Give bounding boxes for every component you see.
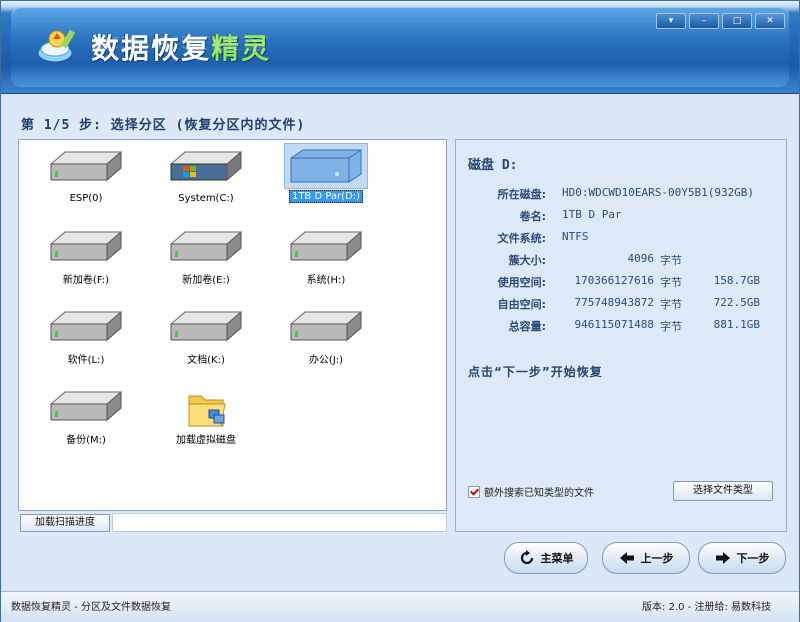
detail-row-used: 使用空间: 170366127616 字节 158.7GB — [456, 274, 786, 290]
partition-item-m[interactable]: 备份(M:) — [31, 386, 141, 446]
load-scan-progress-button[interactable]: 加载扫描进度 — [20, 514, 110, 532]
arrow-left-icon — [619, 552, 634, 564]
folder-virtual-disk-icon — [188, 395, 226, 427]
partition-label: 1TB D Par(D:) — [288, 190, 364, 203]
next-step-hint: 点击“下一步”开始恢复 — [468, 365, 603, 379]
detail-value: HD0:WDCWD10EARS-00Y5B1(932GB) — [562, 186, 755, 199]
partition-label: 备份(M:) — [66, 435, 106, 446]
detail-key: 卷名: — [519, 210, 546, 223]
previous-step-button[interactable]: 上一步 — [602, 542, 690, 574]
status-app-info: 数据恢复精灵 - 分区及文件数据恢复 — [11, 602, 171, 613]
detail-size: 881.1GB — [713, 318, 760, 331]
partition-item-esp[interactable]: ESP(0) — [31, 146, 141, 204]
detail-bytes: 775748943872 — [574, 296, 654, 309]
app-title-reflection: 数据恢复精灵 — [91, 34, 272, 53]
hard-drive-icon — [170, 230, 242, 262]
menu-dropdown-button[interactable]: ▾ — [656, 13, 686, 29]
hard-drive-icon — [50, 390, 122, 422]
arrow-right-icon — [715, 552, 730, 564]
extra-search-label: 额外搜索已知类型的文件 — [484, 488, 594, 499]
partition-details-panel: 磁盘 D: 所在磁盘: HD0:WDCWD10EARS-00Y5B1(932GB… — [455, 139, 787, 532]
select-file-type-button[interactable]: 选择文件类型 — [673, 481, 773, 501]
detail-bytes: 946115071488 — [574, 318, 654, 331]
detail-key: 簇大小: — [508, 254, 546, 267]
hard-drive-icon — [290, 230, 362, 262]
detail-key: 文件系统: — [497, 232, 546, 245]
checkbox-checked-icon[interactable] — [468, 485, 480, 498]
partition-item-f[interactable]: 新加卷(F:) — [31, 226, 141, 286]
close-button[interactable]: ✕ — [755, 13, 785, 29]
detail-value: 1TB D Par — [562, 208, 622, 221]
app-logo-icon — [37, 29, 76, 63]
detail-unit: 字节 — [660, 254, 682, 267]
detail-row-cluster: 簇大小: 4096 字节 — [456, 252, 786, 268]
detail-unit: 字节 — [660, 320, 682, 333]
partition-label: 加载虚拟磁盘 — [176, 435, 236, 446]
partition-list: ESP(0) System(C:) 1TB D Par(D:) 新加卷(F:) … — [18, 139, 447, 511]
main-menu-button[interactable]: 主菜单 — [504, 542, 588, 574]
detail-key: 自由空间: — [497, 298, 546, 311]
partition-label: ESP(0) — [69, 193, 103, 204]
partition-label: 办公(J:) — [308, 355, 344, 366]
partition-item-l[interactable]: 软件(L:) — [31, 306, 141, 366]
detail-key: 使用空间: — [497, 276, 546, 289]
main-menu-label: 主菜单 — [540, 552, 574, 565]
next-step-label: 下一步 — [736, 552, 770, 565]
detail-size: 722.5GB — [713, 296, 760, 309]
detail-bytes: 4096 — [627, 252, 655, 265]
app-header: 数据恢复精灵 数据恢复精灵 ▾ – □ ✕ — [1, 1, 799, 94]
status-bar: 数据恢复精灵 - 分区及文件数据恢复 版本: 2.0 - 注册给: 易数科技 — [1, 591, 799, 622]
hard-drive-icon — [50, 150, 122, 182]
windows-drive-icon — [170, 150, 242, 182]
step-title: 第 1/5 步: 选择分区 (恢复分区内的文件) — [21, 118, 306, 133]
external-drive-icon — [290, 149, 362, 183]
detail-unit: 字节 — [660, 298, 682, 311]
partition-label: 新加卷(F:) — [62, 275, 110, 286]
partition-label: 新加卷(E:) — [182, 275, 230, 286]
window-controls: ▾ – □ ✕ — [656, 13, 785, 29]
partition-item-e[interactable]: 新加卷(E:) — [151, 226, 261, 286]
disk-title: 磁盘 D: — [468, 158, 518, 173]
extra-search-checkbox[interactable]: 额外搜索已知类型的文件 — [468, 484, 594, 499]
status-version-info: 版本: 2.0 - 注册给: 易数科技 — [642, 602, 771, 613]
detail-value: NTFS — [562, 230, 589, 243]
partition-item-k[interactable]: 文档(K:) — [151, 306, 261, 366]
partition-label: 文档(K:) — [187, 355, 225, 366]
partition-item-system-c[interactable]: System(C:) — [151, 146, 261, 204]
hard-drive-icon — [50, 230, 122, 262]
detail-key: 总容量: — [508, 320, 546, 333]
previous-step-label: 上一步 — [640, 552, 674, 565]
app-window: 数据恢复精灵 数据恢复精灵 ▾ – □ ✕ 第 1/5 步: 选择分区 (恢复分… — [0, 0, 800, 622]
detail-row-free: 自由空间: 775748943872 字节 722.5GB — [456, 296, 786, 312]
partition-label: 软件(L:) — [67, 355, 105, 366]
hard-drive-icon — [170, 310, 242, 342]
load-virtual-disk-item[interactable]: 加载虚拟磁盘 — [151, 386, 261, 446]
detail-size: 158.7GB — [713, 274, 760, 287]
partition-item-j[interactable]: 办公(J:) — [271, 306, 381, 366]
scan-progress-field — [112, 513, 447, 532]
partition-item-h[interactable]: 系统(H:) — [271, 226, 381, 286]
partition-item-d-selected[interactable]: 1TB D Par(D:) — [271, 143, 381, 203]
refresh-icon — [520, 550, 533, 565]
detail-unit: 字节 — [660, 276, 682, 289]
minimize-button[interactable]: – — [689, 13, 719, 29]
next-step-button[interactable]: 下一步 — [698, 542, 786, 574]
hard-drive-icon — [290, 310, 362, 342]
maximize-button[interactable]: □ — [722, 13, 752, 29]
detail-key: 所在磁盘: — [497, 188, 546, 201]
partition-label: System(C:) — [178, 193, 234, 204]
partition-label: 系统(H:) — [306, 275, 346, 286]
hard-drive-icon — [50, 310, 122, 342]
detail-bytes: 170366127616 — [574, 274, 654, 287]
detail-row-total: 总容量: 946115071488 字节 881.1GB — [456, 318, 786, 334]
